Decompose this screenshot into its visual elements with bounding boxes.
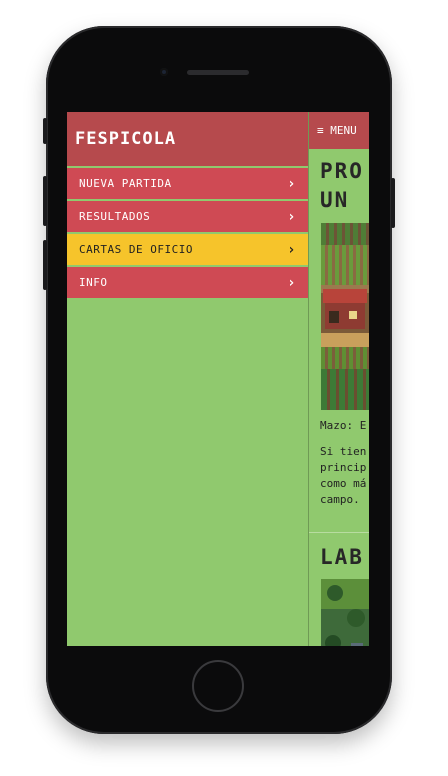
chevron-right-icon: ›: [287, 241, 296, 258]
menu-item-resultados[interactable]: RESULTADOS ›: [67, 201, 308, 232]
menu-item-label: CARTAS DE OFICIO: [79, 243, 193, 256]
chevron-right-icon: ›: [287, 208, 296, 225]
chevron-right-icon: ›: [287, 175, 296, 192]
card2-illustration: [321, 579, 369, 646]
volume-down-button: [43, 240, 47, 290]
card-illustration: [321, 223, 369, 410]
menu-button[interactable]: ≡ MENU: [317, 124, 357, 137]
home-button[interactable]: [192, 660, 244, 712]
menu-item-label: RESULTADOS: [79, 210, 151, 223]
description-line: como má: [320, 477, 367, 490]
card-title: PRO UN: [320, 159, 364, 212]
app-logo: FESPICOLA: [67, 112, 308, 166]
deck-label: Mazo: E: [320, 419, 367, 432]
power-button: [391, 178, 395, 228]
description-line: campo.: [320, 493, 360, 506]
menu-item-label: NUEVA PARTIDA: [79, 177, 172, 190]
top-bar: ≡ MENU: [309, 112, 369, 149]
chevron-right-icon: ›: [287, 274, 296, 291]
menu-item-label: INFO: [79, 276, 108, 289]
description-line: princip: [320, 461, 367, 474]
card2-title: LAB: [320, 545, 364, 569]
card-description: Si tien princip como má campo.: [309, 432, 369, 508]
menu-item-nueva-partida[interactable]: NUEVA PARTIDA ›: [67, 168, 308, 199]
description-line: Si tien: [320, 445, 367, 458]
nav-drawer: FESPICOLA NUEVA PARTIDA › RESULTADOS › C…: [67, 112, 308, 646]
menu-item-cartas-de-oficio[interactable]: CARTAS DE OFICIO ›: [67, 234, 308, 265]
volume-up-button: [43, 176, 47, 226]
menu-item-info[interactable]: INFO ›: [67, 267, 308, 298]
earpiece-speaker: [187, 70, 249, 75]
mute-switch: [43, 118, 47, 144]
front-camera: [160, 68, 168, 76]
main-content: ≡ MENU PRO UN Mazo: E Si tien princip co…: [308, 112, 369, 646]
screen: ≡ MENU PRO UN Mazo: E Si tien princip co…: [67, 112, 369, 646]
